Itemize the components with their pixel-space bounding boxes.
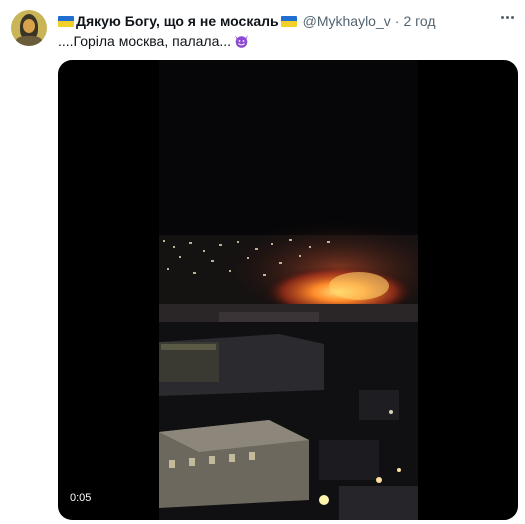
- tweet-text: ....Горіла москва, палала...: [58, 33, 249, 49]
- video-frame[interactable]: [159, 60, 418, 520]
- avatar[interactable]: [11, 10, 47, 46]
- tweet[interactable]: Дякую Богу, що я не москаль @Mykhaylo_v …: [0, 0, 525, 524]
- ukraine-flag-icon: [280, 15, 297, 27]
- ukraine-flag-icon: [58, 15, 74, 27]
- avatar-shoulders: [16, 36, 42, 46]
- avatar-face: [23, 19, 35, 33]
- video-player[interactable]: 0:05: [58, 60, 518, 520]
- user-handle[interactable]: @Mykhaylo_v: [303, 13, 391, 29]
- video-duration: 0:05: [70, 492, 92, 504]
- display-name[interactable]: Дякую Богу, що я не москаль: [76, 13, 279, 29]
- separator-dot: ·: [394, 13, 400, 29]
- smiling-devil-icon: [234, 34, 249, 48]
- more-options-icon[interactable]: [497, 8, 517, 26]
- tweet-header: Дякую Богу, що я не москаль @Mykhaylo_v …: [58, 11, 436, 31]
- timestamp[interactable]: 2 год: [403, 13, 435, 29]
- tweet-text-content: ....Горіла москва, палала...: [58, 33, 232, 49]
